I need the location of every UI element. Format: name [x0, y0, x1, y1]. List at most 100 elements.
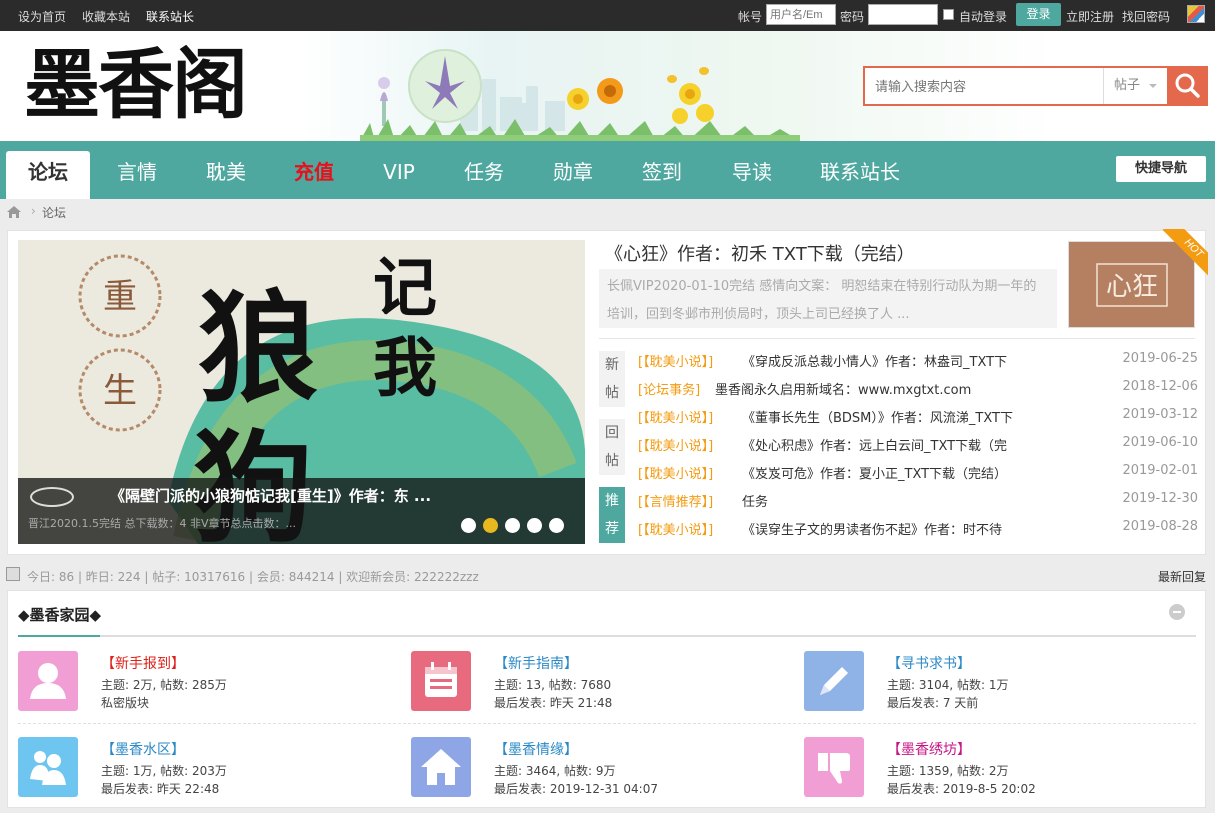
slide-art-big: 狼 [198, 278, 318, 419]
post-category[interactable]: [【耽美小说】] [638, 407, 713, 426]
register-link[interactable]: 立即注册 [1066, 8, 1114, 25]
post-row[interactable]: [【耽美小说】] 《董事长先生（BDSM）》作者：风流涕_TXT下 2019-03-… [638, 407, 1198, 427]
post-category[interactable]: [论坛事务] [638, 379, 700, 398]
post-date: 2019-08-28 [1122, 519, 1198, 534]
auto-login-checkbox[interactable] [943, 9, 954, 20]
section-title[interactable]: ◆墨香家园◆ [18, 604, 101, 625]
nav-romance[interactable]: 言情 [105, 151, 169, 199]
auto-login-label: 自动登录 [959, 10, 1008, 24]
post-title[interactable]: 《处心积虑》作者：远上白云间_TXT下载（完 [742, 435, 1042, 454]
board-stats: 主题: 13, 帖数: 7680 [494, 678, 612, 692]
username-input[interactable] [766, 4, 836, 25]
breadcrumb-forum[interactable]: 论坛 [42, 204, 66, 221]
stats-icon [6, 567, 20, 581]
board-stats: 主题: 2万, 帖数: 285万 [101, 678, 227, 692]
tab-replies-char2: 帖 [605, 453, 619, 469]
post-row[interactable]: [【耽美小说】] 《误穿生子文的男读者伤不起》作者：时不待 2019-08-28 [638, 519, 1198, 539]
password-input[interactable] [868, 4, 938, 25]
post-row[interactable]: [【耽美小说】] 《处心积虑》作者：远上白云间_TXT下载（完 2019-06-10 [638, 435, 1198, 455]
post-row[interactable]: [【耽美小说】] 《穿成反派总裁小情人》作者：林盎司_TXT下 2019-06-25 [638, 351, 1198, 371]
tab-new-posts[interactable]: 新 帖 [599, 351, 625, 407]
hot-post-title[interactable]: 《心狂》作者：初禾 TXT下载（完结） [605, 240, 915, 266]
post-date: 2019-03-12 [1122, 407, 1198, 422]
bookmark-site-link[interactable]: 收藏本站 [82, 8, 130, 25]
style-switch-icon[interactable] [1187, 5, 1205, 23]
nav-guide[interactable]: 导读 [720, 151, 784, 199]
tab-recommend[interactable]: 推 荐 [599, 487, 625, 543]
board-item: 【墨香水区】 主题: 1万, 帖数: 203万 最后发表: 昨天 22:48 [18, 737, 378, 801]
board-last-post[interactable]: 最后发表: 7 天前 [887, 694, 978, 711]
board-last-post[interactable]: 最后发表: 昨天 21:48 [494, 694, 612, 711]
nav-contact[interactable]: 联系站长 [810, 151, 910, 199]
nav-checkin[interactable]: 签到 [630, 151, 694, 199]
account-label: 帐号 [738, 10, 763, 24]
post-row[interactable]: [【耽美小说】] 《岌岌可危》作者：夏小正_TXT下载（完结） 2019-02-01 [638, 463, 1198, 483]
board-last-post[interactable]: 最后发表: 2019-8-5 20:02 [887, 780, 1036, 797]
board-name[interactable]: 【墨香水区】 [101, 739, 185, 759]
latest-reply-link[interactable]: 最新回复 [1158, 568, 1206, 585]
post-title[interactable]: 《误穿生子文的男读者伤不起》作者：时不待 [742, 519, 1042, 538]
tab-new-posts-char1: 新 [605, 357, 619, 373]
people-icon[interactable] [18, 737, 78, 797]
board-name[interactable]: 【墨香情缘】 [494, 739, 578, 759]
nav-forum[interactable]: 论坛 [6, 151, 90, 199]
slide-dot[interactable] [505, 518, 520, 533]
tab-recommend-char1: 推 [605, 493, 619, 509]
calendar-icon[interactable] [411, 651, 471, 711]
dislike-icon[interactable] [804, 737, 864, 797]
post-title[interactable]: 《穿成反派总裁小情人》作者：林盎司_TXT下 [742, 351, 1042, 370]
board-name[interactable]: 【寻书求书】 [887, 653, 971, 673]
post-category[interactable]: [【耽美小说】] [638, 351, 713, 370]
post-title[interactable]: 《董事长先生（BDSM）》作者：风流涕_TXT下 [742, 407, 1042, 426]
pencil-icon[interactable] [804, 651, 864, 711]
board-name[interactable]: 【新手指南】 [494, 653, 578, 673]
forum-section: ◆墨香家园◆ 【新手报到】主题: 2万, 帖数: 285万 私密版块 【新手指南】主… [7, 590, 1206, 808]
search-input[interactable] [865, 68, 1103, 104]
stats-text: 今日: 86 | 昨日: 224 | 帖子: 10317616 | 会员: 84… [27, 570, 479, 584]
post-title[interactable]: 任务 [742, 491, 1042, 510]
house-icon[interactable] [411, 737, 471, 797]
collapse-icon[interactable] [1169, 604, 1185, 620]
post-category[interactable]: [【言情推荐】] [638, 491, 713, 510]
slide-dot[interactable] [461, 518, 476, 533]
post-category[interactable]: [【耽美小说】] [638, 519, 713, 538]
slide-title[interactable]: 《隔壁门派的小狼狗惦记我[重生]》作者：东 ... [110, 485, 431, 506]
board-last-post[interactable]: 最后发表: 2019-12-31 04:07 [494, 780, 658, 797]
nav-vip[interactable]: VIP [370, 151, 428, 199]
set-homepage-link[interactable]: 设为首页 [18, 8, 66, 25]
quick-nav-button[interactable]: 快捷导航 [1116, 156, 1206, 182]
home-icon[interactable] [6, 204, 22, 220]
nav-medals[interactable]: 勋章 [541, 151, 605, 199]
search-type-select[interactable]: 帖子 [1103, 68, 1165, 104]
nav-danmei[interactable]: 耽美 [194, 151, 258, 199]
nav-recharge[interactable]: 充值 [282, 151, 346, 199]
post-category[interactable]: [【耽美小说】] [638, 463, 713, 482]
contact-admin-link[interactable]: 联系站长 [146, 8, 194, 25]
board-name[interactable]: 【新手报到】 [101, 653, 185, 673]
tab-replies[interactable]: 回 帖 [599, 419, 625, 475]
slide-art-right2: 我 [373, 331, 437, 406]
slide-dot[interactable] [483, 518, 498, 533]
post-row[interactable]: [【言情推荐】] 任务 2019-12-30 [638, 491, 1198, 511]
post-row[interactable]: [论坛事务] 墨香阁永久启用新域名：www.mxgtxt.com 2018-12-0… [638, 379, 1198, 399]
post-category[interactable]: [【耽美小说】] [638, 435, 713, 454]
featured-panel: 重 生 狼 狗 记 我 《隔壁门派的小狼狗惦记我[重生]》作者：东 ... 晋江… [7, 229, 1208, 555]
slideshow[interactable]: 重 生 狼 狗 记 我 《隔壁门派的小狼狗惦记我[重生]》作者：东 ... 晋江… [18, 240, 585, 544]
search-button[interactable] [1167, 66, 1208, 106]
site-logo[interactable]: 墨香阁 [24, 39, 248, 131]
post-title[interactable]: 《岌岌可危》作者：夏小正_TXT下载（完结） [742, 463, 1042, 482]
board-last-post[interactable]: 最后发表: 昨天 22:48 [101, 780, 219, 797]
slide-dot[interactable] [549, 518, 564, 533]
main-nav: 论坛 言情 耽美 充值 VIP 任务 勋章 签到 导读 联系站长 快捷导航 [0, 141, 1215, 199]
login-button[interactable]: 登录 [1016, 3, 1061, 26]
board-last-post[interactable]: 私密版块 [101, 694, 149, 711]
nav-tasks[interactable]: 任务 [452, 151, 516, 199]
hot-post-summary: 长佩VIP2020-01-10完结 感情向文案： 明恕结束在特别行动队为期一年的… [599, 269, 1057, 328]
board-item: 【新手指南】主题: 13, 帖数: 7680 最后发表: 昨天 21:48 [411, 651, 771, 715]
post-title[interactable]: 墨香阁永久启用新域名：www.mxgtxt.com [715, 379, 1015, 398]
recover-password-link[interactable]: 找回密码 [1122, 8, 1170, 25]
user-icon[interactable] [18, 651, 78, 711]
search-box: 帖子 [863, 66, 1208, 106]
slide-dot[interactable] [527, 518, 542, 533]
board-name[interactable]: 【墨香绣坊】 [887, 739, 971, 759]
